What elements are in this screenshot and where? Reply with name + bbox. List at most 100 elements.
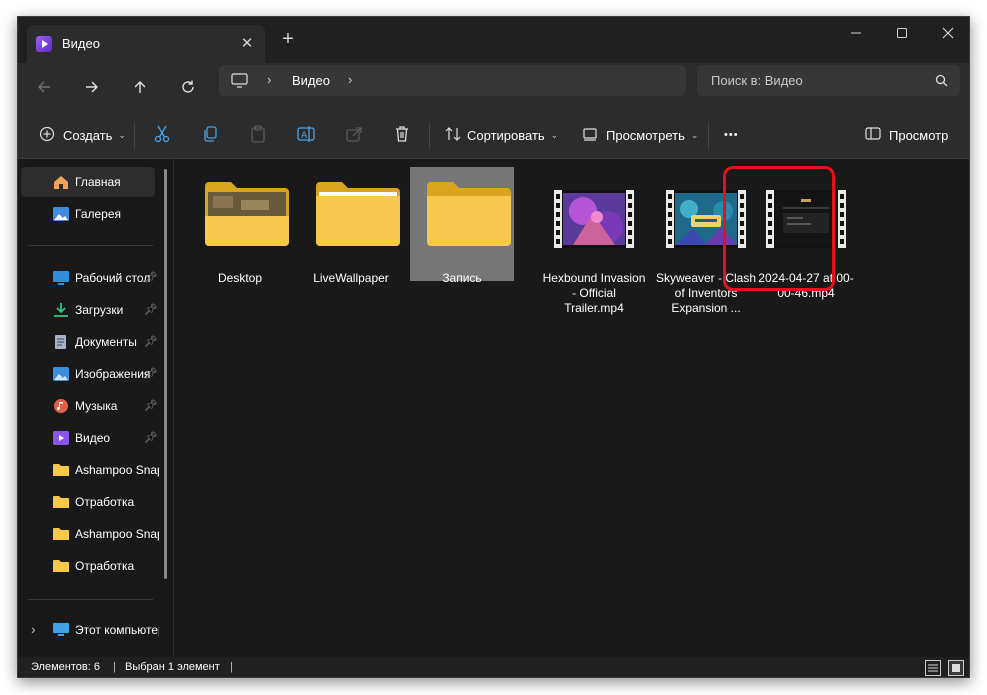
pin-icon: 📌︎: [144, 336, 158, 348]
minimize-button[interactable]: [833, 17, 879, 49]
video-thumbnail-image: [563, 193, 625, 245]
maximize-button[interactable]: [879, 17, 925, 49]
rename-button[interactable]: A: [297, 123, 315, 147]
back-button[interactable]: [30, 73, 58, 101]
folder-icon: [205, 182, 289, 246]
pin-icon: 📌︎: [144, 432, 158, 444]
status-separator: |: [230, 661, 233, 673]
file-name: Hexbound Invasion - Official Trailer.mp4: [542, 271, 646, 315]
videos-icon: [36, 36, 52, 52]
paste-button[interactable]: [249, 123, 267, 147]
video-thumbnail: [554, 190, 634, 248]
breadcrumb-videos[interactable]: Видео: [292, 73, 330, 88]
folder-icon: [53, 527, 69, 541]
file-item[interactable]: Запись: [410, 167, 514, 285]
sidebar-item-gallery[interactable]: Галерея: [21, 199, 155, 229]
sidebar-item-label: Отработка: [75, 495, 135, 509]
sidebar-item-home[interactable]: Главная: [21, 167, 155, 197]
details-view-button[interactable]: [925, 660, 941, 676]
folder-icon: [53, 559, 69, 573]
sidebar-item-videos[interactable]: Видео 📌︎: [21, 423, 158, 453]
new-tab-button[interactable]: +: [277, 29, 299, 49]
preview-label: Просмотр: [889, 127, 949, 143]
divider: [708, 123, 709, 149]
home-icon: [53, 175, 69, 189]
sidebar-item-documents[interactable]: Документы 📌︎: [21, 327, 158, 357]
share-button[interactable]: [345, 123, 363, 147]
videos-icon: [53, 431, 69, 445]
explorer-window: Видео ✕ + › Видео › Поиск в: Видео Созда…: [17, 16, 970, 678]
sidebar-item-downloads[interactable]: Загрузки 📌︎: [21, 295, 158, 325]
sidebar-item-this-pc[interactable]: › Этот компьютер: [21, 615, 159, 645]
sort-button[interactable]: Сортировать ⌄: [445, 123, 558, 147]
plus-circle-icon: [39, 126, 55, 145]
clipboard-icon: [249, 124, 267, 146]
folder-icon: [53, 495, 69, 509]
status-bar: Элементов: 6 | Выбран 1 элемент |: [18, 657, 969, 677]
create-label: Создать: [63, 127, 113, 143]
create-button[interactable]: Создать ⌄: [39, 123, 126, 147]
chevron-down-icon: ⌄: [690, 129, 699, 140]
rename-icon: A: [297, 125, 315, 146]
sidebar-item-desktop[interactable]: Рабочий стол 📌︎: [21, 263, 158, 293]
view-button[interactable]: Просмотреть ⌄: [582, 123, 698, 147]
folder-icon: [427, 182, 511, 246]
close-window-button[interactable]: [925, 17, 969, 49]
refresh-button[interactable]: [174, 73, 202, 101]
cut-button[interactable]: [153, 123, 171, 147]
more-options-button[interactable]: •••: [724, 123, 739, 147]
sidebar-item-folder[interactable]: Отработка: [21, 487, 155, 517]
sidebar-item-label: Отработка: [75, 559, 135, 573]
view-icon: [582, 126, 598, 145]
divider: [134, 123, 135, 149]
close-tab-icon[interactable]: ✕: [237, 34, 257, 52]
file-item[interactable]: Desktop: [188, 167, 292, 285]
sidebar-item-folder[interactable]: Ashampoo Snap: [21, 519, 159, 549]
delete-button[interactable]: [393, 123, 411, 147]
file-name: Desktop: [217, 271, 263, 285]
documents-icon: [53, 335, 69, 349]
trash-icon: [393, 125, 411, 146]
file-item[interactable]: Hexbound Invasion - Official Trailer.mp4: [542, 167, 646, 315]
pin-icon: 📌︎: [144, 272, 158, 284]
folder-icon: [53, 463, 69, 477]
command-bar: Создать ⌄ A Сортировать ⌄ Просмотреть ⌄ …: [18, 111, 969, 159]
folder-icon: [316, 182, 400, 246]
large-icons-view-button[interactable]: [948, 660, 964, 676]
film-strip: [666, 190, 674, 248]
svg-text:A: A: [301, 131, 308, 141]
address-bar: › Видео › Поиск в: Видео: [18, 63, 969, 111]
chevron-right-icon: ›: [267, 72, 272, 87]
search-input[interactable]: Поиск в: Видео: [697, 65, 960, 96]
sidebar-scrollbar[interactable]: [164, 169, 167, 579]
chevron-right-icon[interactable]: ›: [31, 621, 36, 637]
copy-icon: [201, 125, 219, 146]
preview-pane-button[interactable]: Просмотр: [865, 123, 948, 147]
sidebar-item-label: Ashampoo Snap: [75, 527, 159, 541]
copy-button[interactable]: [201, 123, 219, 147]
sidebar-item-label: Галерея: [75, 207, 122, 221]
scissors-icon: [153, 125, 171, 146]
sidebar-item-pictures[interactable]: Изображения 📌︎: [21, 359, 158, 389]
file-item[interactable]: LiveWallpaper: [299, 167, 403, 285]
chevron-down-icon: ⌄: [550, 129, 559, 140]
pin-icon: 📌︎: [144, 368, 158, 380]
chevron-right-icon[interactable]: ›: [348, 72, 352, 87]
sidebar-item-folder[interactable]: Ashampoo Snap: [21, 455, 159, 485]
forward-button[interactable]: [78, 73, 106, 101]
sidebar-item-label: Главная: [75, 175, 121, 189]
title-bar: Видео ✕ +: [18, 17, 969, 63]
navigation-pane: Главная Галерея Рабочий стол 📌︎ Загрузки…: [18, 159, 174, 657]
up-button[interactable]: [126, 73, 154, 101]
sidebar-item-music[interactable]: Музыка 📌︎: [21, 391, 158, 421]
sort-label: Сортировать: [467, 127, 545, 143]
sidebar-item-label: Ashampoo Snap: [75, 463, 159, 477]
search-icon: [935, 74, 948, 92]
sidebar-item-folder[interactable]: Отработка: [21, 551, 155, 581]
highlight-box: [723, 166, 835, 291]
tab-videos[interactable]: Видео ✕: [27, 25, 265, 63]
pin-icon: 📌︎: [144, 400, 158, 412]
status-separator: |: [113, 661, 116, 673]
path-box[interactable]: › Видео ›: [219, 65, 686, 96]
file-name: LiveWallpaper: [313, 271, 389, 285]
